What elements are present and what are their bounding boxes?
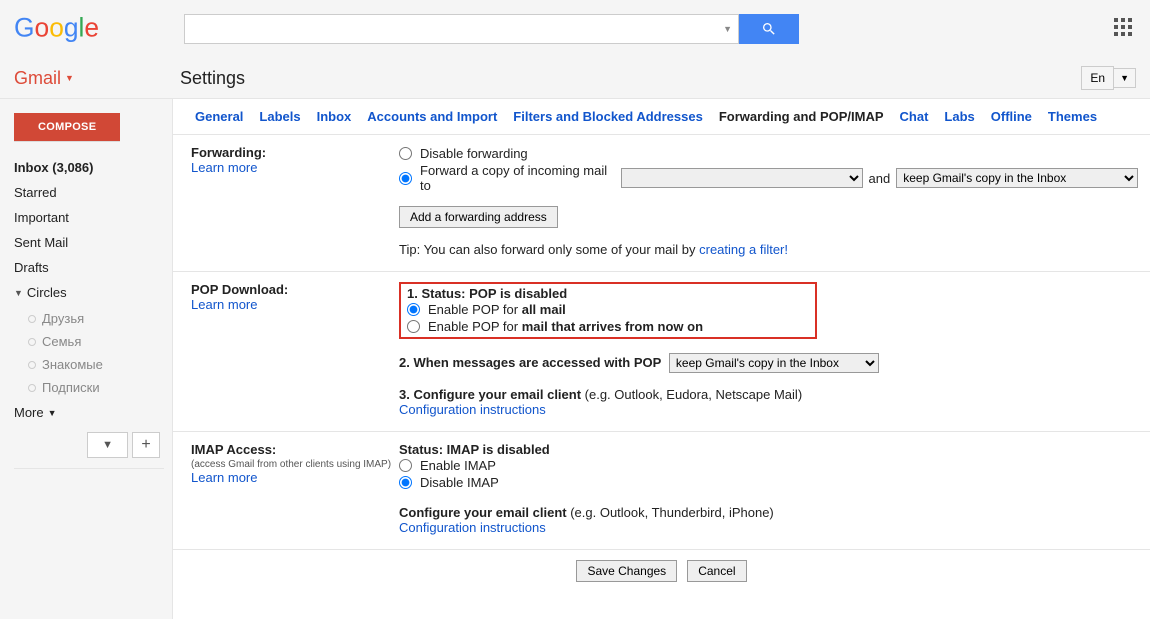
circle-icon (28, 384, 36, 392)
create-filter-link[interactable]: creating a filter! (699, 242, 788, 257)
imap-config-hint: (e.g. Outlook, Thunderbird, iPhone) (570, 505, 774, 520)
tab-themes[interactable]: Themes (1048, 109, 1097, 124)
nav-important[interactable]: Important (14, 205, 164, 230)
circle-item[interactable]: Семья (14, 330, 164, 353)
google-logo[interactable]: Google (14, 13, 106, 45)
gmail-dropdown-link[interactable]: Gmail ▼ (14, 68, 74, 89)
imap-config-label: Configure your email client (399, 505, 570, 520)
search-input[interactable]: ▼ (184, 14, 739, 44)
circle-item[interactable]: Друзья (14, 307, 164, 330)
nav-sent-mail[interactable]: Sent Mail (14, 230, 164, 255)
tab-offline[interactable]: Offline (991, 109, 1032, 124)
forwarding-disable-radio[interactable] (399, 147, 412, 160)
forwarding-address-select[interactable] (621, 168, 863, 188)
content: General Labels Inbox Accounts and Import… (172, 99, 1150, 619)
pop-highlight-box: 1. Status: POP is disabled Enable POP fo… (399, 282, 817, 339)
tab-general[interactable]: General (195, 109, 243, 124)
nav-drafts[interactable]: Drafts (14, 255, 164, 280)
pop-section: POP Download: Learn more 1. Status: POP … (173, 271, 1150, 431)
tab-accounts[interactable]: Accounts and Import (367, 109, 497, 124)
circle-item[interactable]: Подписки (14, 376, 164, 399)
circle-icon (28, 361, 36, 369)
subheader: Gmail ▼ Settings En ▼ (0, 58, 1150, 99)
circle-icon (28, 315, 36, 323)
pop-status-label: 1. Status: (407, 286, 469, 301)
circles-list: Друзья Семья Знакомые Подписки (14, 307, 164, 399)
imap-disable-label: Disable IMAP (420, 475, 499, 490)
imap-disable-radio[interactable] (399, 476, 412, 489)
imap-learn-more-link[interactable]: Learn more (191, 470, 399, 485)
apps-grid-icon[interactable] (1114, 18, 1132, 39)
tab-labs[interactable]: Labs (944, 109, 974, 124)
search-icon (761, 21, 777, 37)
nav-more[interactable]: More▼ (14, 405, 164, 420)
imap-status-value: IMAP is disabled (447, 442, 550, 457)
pop-enable-all-radio[interactable] (407, 303, 420, 316)
language-button[interactable]: En (1081, 66, 1114, 90)
nav-circles[interactable]: ▼Circles (14, 280, 164, 305)
tab-chat[interactable]: Chat (900, 109, 929, 124)
page-title: Settings (180, 68, 1081, 89)
svg-text:Google: Google (14, 13, 99, 42)
imap-note: (access Gmail from other clients using I… (191, 459, 399, 470)
compose-button[interactable]: COMPOSE (14, 113, 120, 141)
chevron-down-icon: ▼ (48, 408, 57, 418)
nav-inbox[interactable]: Inbox (3,086) (14, 155, 164, 180)
forwarding-enable-radio[interactable] (399, 172, 412, 185)
search-button[interactable] (739, 14, 799, 44)
cancel-button[interactable]: Cancel (687, 560, 746, 582)
circle-item[interactable]: Знакомые (14, 353, 164, 376)
forwarding-section: Forwarding: Learn more Disable forwardin… (173, 134, 1150, 271)
save-changes-button[interactable]: Save Changes (576, 560, 677, 582)
language-dropdown-button[interactable]: ▼ (1114, 68, 1136, 88)
forwarding-learn-more-link[interactable]: Learn more (191, 160, 399, 175)
imap-enable-radio[interactable] (399, 459, 412, 472)
forwarding-enable-prefix: Forward a copy of incoming mail to (420, 163, 615, 193)
tab-labels[interactable]: Labels (259, 109, 300, 124)
nav-list: Inbox (3,086) Starred Important Sent Mai… (14, 155, 164, 305)
pop-status-value: POP is disabled (469, 286, 567, 301)
chevron-down-icon: ▼ (102, 439, 113, 451)
imap-status-label: Status: (399, 442, 447, 457)
imap-section: IMAP Access: (access Gmail from other cl… (173, 431, 1150, 549)
circle-icon (28, 338, 36, 346)
sidebar-add-button[interactable]: + (132, 432, 160, 458)
search-container: ▼ (184, 14, 799, 44)
tab-forwarding-pop-imap[interactable]: Forwarding and POP/IMAP (719, 109, 884, 124)
tab-filters[interactable]: Filters and Blocked Addresses (513, 109, 703, 124)
forwarding-keep-select[interactable]: keep Gmail's copy in the Inbox (896, 168, 1138, 188)
pop-config-link[interactable]: Configuration instructions (399, 402, 546, 417)
settings-tabs: General Labels Inbox Accounts and Import… (173, 99, 1150, 134)
imap-enable-label: Enable IMAP (420, 458, 496, 473)
plus-icon: + (141, 436, 150, 454)
sidebar: COMPOSE Inbox (3,086) Starred Important … (0, 99, 172, 619)
imap-title: IMAP Access: (191, 442, 399, 457)
tab-inbox[interactable]: Inbox (317, 109, 352, 124)
pop-step3-hint: (e.g. Outlook, Eudora, Netscape Mail) (585, 387, 803, 402)
pop-title: POP Download: (191, 282, 399, 297)
add-forwarding-address-button[interactable]: Add a forwarding address (399, 206, 558, 228)
gmail-label: Gmail (14, 68, 61, 89)
pop-enable-now-radio[interactable] (407, 320, 420, 333)
search-dropdown-icon[interactable]: ▼ (723, 24, 732, 34)
footer-buttons: Save Changes Cancel (173, 549, 1150, 596)
forwarding-tip: Tip: You can also forward only some of y… (399, 242, 1138, 257)
pop-keep-select[interactable]: keep Gmail's copy in the Inbox (669, 353, 879, 373)
forwarding-and-label: and (869, 171, 891, 186)
pop-learn-more-link[interactable]: Learn more (191, 297, 399, 312)
chevron-down-icon: ▼ (14, 288, 23, 298)
sidebar-dropdown-button[interactable]: ▼ (87, 432, 128, 458)
nav-starred[interactable]: Starred (14, 180, 164, 205)
pop-step3-label: 3. Configure your email client (399, 387, 585, 402)
header: Google ▼ (0, 0, 1150, 58)
imap-config-link[interactable]: Configuration instructions (399, 520, 546, 535)
pop-step2-label: 2. When messages are accessed with POP (399, 355, 661, 370)
forwarding-disable-label: Disable forwarding (420, 146, 528, 161)
chevron-down-icon: ▼ (65, 73, 74, 83)
main-container: COMPOSE Inbox (3,086) Starred Important … (0, 99, 1150, 619)
forwarding-title: Forwarding: (191, 145, 399, 160)
